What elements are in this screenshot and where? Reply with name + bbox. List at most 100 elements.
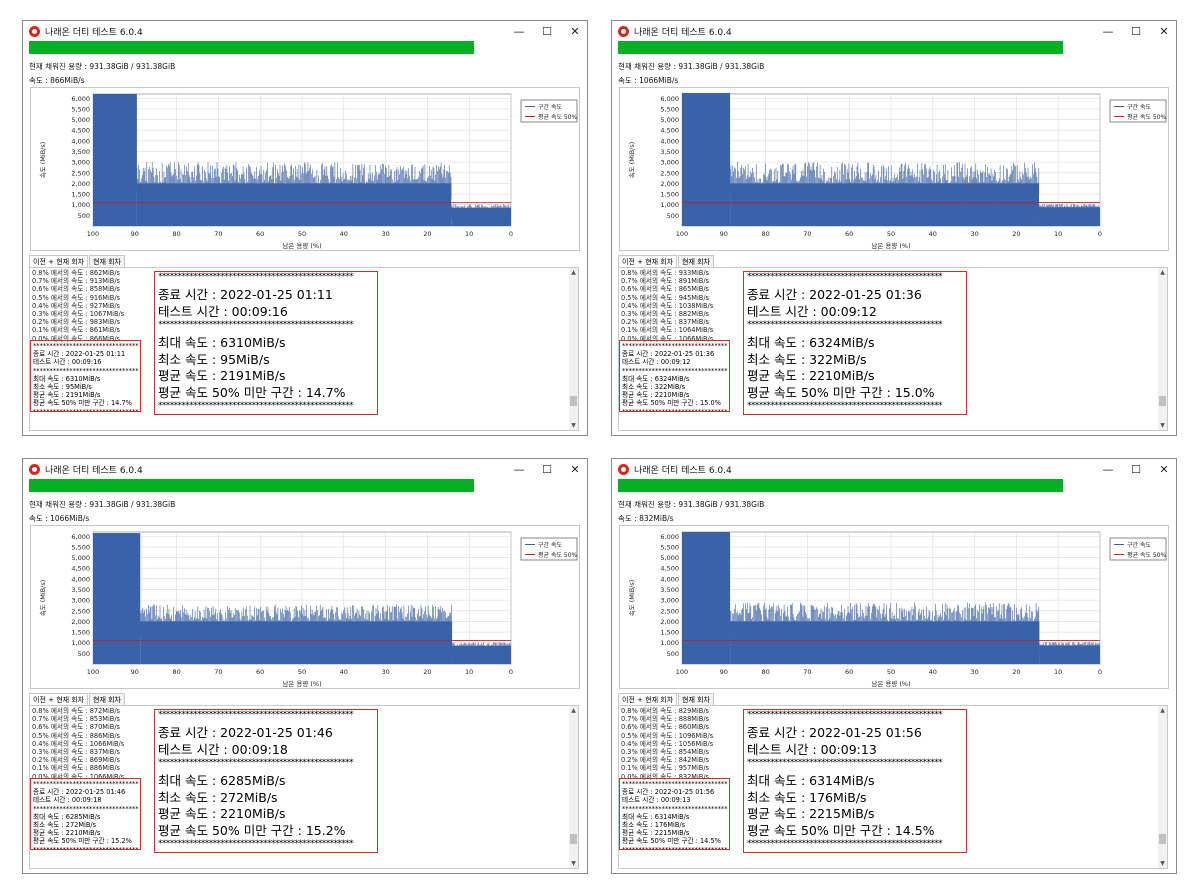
minimize-button[interactable]: —	[1094, 459, 1122, 481]
test-time-large: 테스트 시간 : 00:09:18	[158, 741, 288, 757]
y-tick-label: 5,000	[71, 554, 90, 562]
y-tick-label: 2,000	[71, 618, 90, 626]
scroll-up-arrow[interactable]: ▲	[569, 706, 578, 715]
x-tick-label: 70	[803, 668, 811, 676]
log-scrollbar[interactable]: ▲ ▼	[1158, 706, 1167, 868]
log-scrollbar[interactable]: ▲ ▼	[1158, 268, 1167, 430]
y-tick-label: 1,000	[660, 201, 679, 209]
max-speed: 최대 속도 : 6314MiB/s	[622, 812, 690, 821]
log-scrollbar[interactable]: ▲ ▼	[569, 706, 578, 868]
log-panel[interactable]: 0.8% 에서의 속도 : 933MiB/s 0.7% 에서의 속도 : 891M…	[618, 267, 1168, 431]
test-time-large: 테스트 시간 : 00:09:16	[158, 303, 288, 319]
log-lines: 0.8% 에서의 속도 : 829MiB/s 0.7% 에서의 속도 : 888M…	[621, 707, 713, 781]
progress-bar	[29, 41, 578, 54]
log-panel[interactable]: 0.8% 에서의 속도 : 872MiB/s 0.7% 에서의 속도 : 853M…	[29, 705, 579, 869]
scroll-down-arrow[interactable]: ▼	[1158, 859, 1167, 868]
scroll-up-arrow[interactable]: ▲	[1158, 268, 1167, 277]
stars-line: ********************************	[622, 780, 728, 788]
stars-line: ****************************************…	[158, 758, 354, 768]
title-bar[interactable]: 나래온 더티 테스트 6.0.4 — ☐ ✕	[23, 21, 587, 43]
test-time: 테스트 시간 : 00:09:16	[33, 358, 102, 367]
log-line: 0.5% 에서의 속도 : 945MiB/s	[621, 293, 709, 302]
maximize-button[interactable]: ☐	[533, 21, 561, 43]
close-button[interactable]: ✕	[1150, 459, 1176, 481]
close-button[interactable]: ✕	[1150, 21, 1176, 43]
y-tick-label: 1,000	[660, 639, 679, 647]
capacity-text: 현재 채워진 용량 : 931.38GiB / 931.38GiB	[618, 500, 765, 509]
log-line: 0.6% 에서의 속도 : 858MiB/s	[32, 285, 120, 294]
scroll-down-arrow[interactable]: ▼	[569, 859, 578, 868]
log-scrollbar[interactable]: ▲ ▼	[569, 268, 578, 430]
log-line: 0.3% 에서의 속도 : 1067MiB/s	[32, 310, 125, 319]
log-line: 0.8% 에서의 속도 : 872MiB/s	[32, 707, 120, 715]
app-icon	[29, 26, 40, 37]
scroll-up-arrow[interactable]: ▲	[1158, 706, 1167, 715]
stars-line: ********************************	[622, 804, 728, 813]
minimize-button[interactable]: —	[1094, 21, 1122, 43]
app-window: 나래온 더티 테스트 6.0.4 — ☐ ✕ 현재 채워진 용량 : 931.38GiB…	[22, 20, 588, 436]
minimize-button[interactable]: —	[505, 21, 533, 43]
below-avg: 평균 속도 50% 미만 구간 : 14.5%	[622, 837, 721, 846]
avg-speed-large: 평균 속도 : 2215MiB/s	[747, 806, 875, 821]
x-tick-label: 80	[172, 668, 180, 676]
progress-bar	[29, 479, 578, 492]
summary-box-highlight: ****************************************…	[154, 271, 378, 415]
stars-line: ****************************************…	[747, 710, 943, 720]
below-avg-large: 평균 속도 50% 미만 구간 : 14.5%	[747, 822, 935, 838]
max-speed-large: 최대 속도 : 6314MiB/s	[747, 773, 875, 788]
scroll-thumb[interactable]	[570, 396, 577, 406]
log-panel[interactable]: 0.8% 에서의 속도 : 829MiB/s 0.7% 에서의 속도 : 888M…	[618, 705, 1168, 869]
scroll-thumb[interactable]	[1159, 834, 1166, 844]
x-tick-label: 100	[87, 668, 99, 676]
max-speed: 최대 속도 : 6310MiB/s	[33, 374, 101, 383]
log-line: 0.6% 에서의 속도 : 870MiB/s	[32, 723, 120, 732]
log-line: 0.8% 에서의 속도 : 862MiB/s	[32, 269, 120, 277]
title-bar[interactable]: 나래온 더티 테스트 6.0.4 — ☐ ✕	[612, 21, 1176, 43]
y-tick-label: 2,000	[660, 180, 679, 188]
end-time-large: 종료 시간 : 2022-01-25 01:56	[747, 725, 922, 740]
y-tick-label: 5,500	[660, 543, 679, 551]
log-line: 0.5% 에서의 속도 : 886MiB/s	[32, 731, 120, 740]
speed-chart: 500 1,000 1,500 2,000 2,500 3,000 3,500 4,000 4,…	[30, 525, 580, 689]
title-bar[interactable]: 나래온 더티 테스트 6.0.4 — ☐ ✕	[23, 459, 587, 481]
x-tick-label: 30	[381, 668, 389, 676]
maximize-button[interactable]: ☐	[1122, 459, 1150, 481]
x-tick-label: 100	[676, 230, 688, 238]
y-tick-label: 6,000	[71, 95, 90, 103]
x-tick-label: 70	[214, 668, 222, 676]
log-lines: 0.8% 에서의 속도 : 933MiB/s 0.7% 에서의 속도 : 891M…	[621, 269, 713, 343]
scroll-up-arrow[interactable]: ▲	[569, 268, 578, 277]
y-tick-label: 500	[78, 212, 90, 220]
log-lines: 0.8% 에서의 속도 : 872MiB/s 0.7% 에서의 속도 : 853M…	[32, 707, 124, 781]
scroll-thumb[interactable]	[1159, 396, 1166, 406]
scroll-thumb[interactable]	[570, 834, 577, 844]
test-time-large: 테스트 시간 : 00:09:13	[747, 741, 877, 757]
stars-line: ****************************************…	[747, 839, 943, 849]
series-block-burst	[93, 533, 141, 664]
maximize-button[interactable]: ☐	[1122, 21, 1150, 43]
x-tick-label: 0	[509, 668, 513, 676]
y-tick-label: 4,000	[660, 137, 679, 145]
log-line: 0.8% 에서의 속도 : 829MiB/s	[621, 707, 709, 715]
minimize-button[interactable]: —	[505, 459, 533, 481]
avg-speed-large: 평균 속도 : 2191MiB/s	[158, 368, 286, 383]
progress-fill	[29, 479, 474, 492]
close-button[interactable]: ✕	[561, 21, 587, 43]
log-line: 0.1% 에서의 속도 : 957MiB/s	[621, 764, 709, 773]
app-icon	[618, 464, 629, 475]
y-tick-label: 6,000	[71, 533, 90, 541]
scroll-down-arrow[interactable]: ▼	[569, 421, 578, 430]
log-line: 0.5% 에서의 속도 : 916MiB/s	[32, 293, 120, 302]
x-tick-label: 20	[1012, 230, 1020, 238]
maximize-button[interactable]: ☐	[533, 459, 561, 481]
title-bar[interactable]: 나래온 더티 테스트 6.0.4 — ☐ ✕	[612, 459, 1176, 481]
log-line: 0.1% 에서의 속도 : 861MiB/s	[32, 326, 120, 335]
close-button[interactable]: ✕	[561, 459, 587, 481]
log-line: 0.3% 에서의 속도 : 882MiB/s	[621, 310, 709, 319]
y-tick-label: 4,500	[71, 127, 90, 135]
summary-box-small: ******************************** 종료 시간 : …	[30, 778, 141, 850]
stars-line: ****************************************…	[158, 839, 354, 849]
x-axis-label: 남은 용량 (%)	[871, 241, 910, 250]
scroll-down-arrow[interactable]: ▼	[1158, 421, 1167, 430]
log-panel[interactable]: 0.8% 에서의 속도 : 862MiB/s 0.7% 에서의 속도 : 913M…	[29, 267, 579, 431]
